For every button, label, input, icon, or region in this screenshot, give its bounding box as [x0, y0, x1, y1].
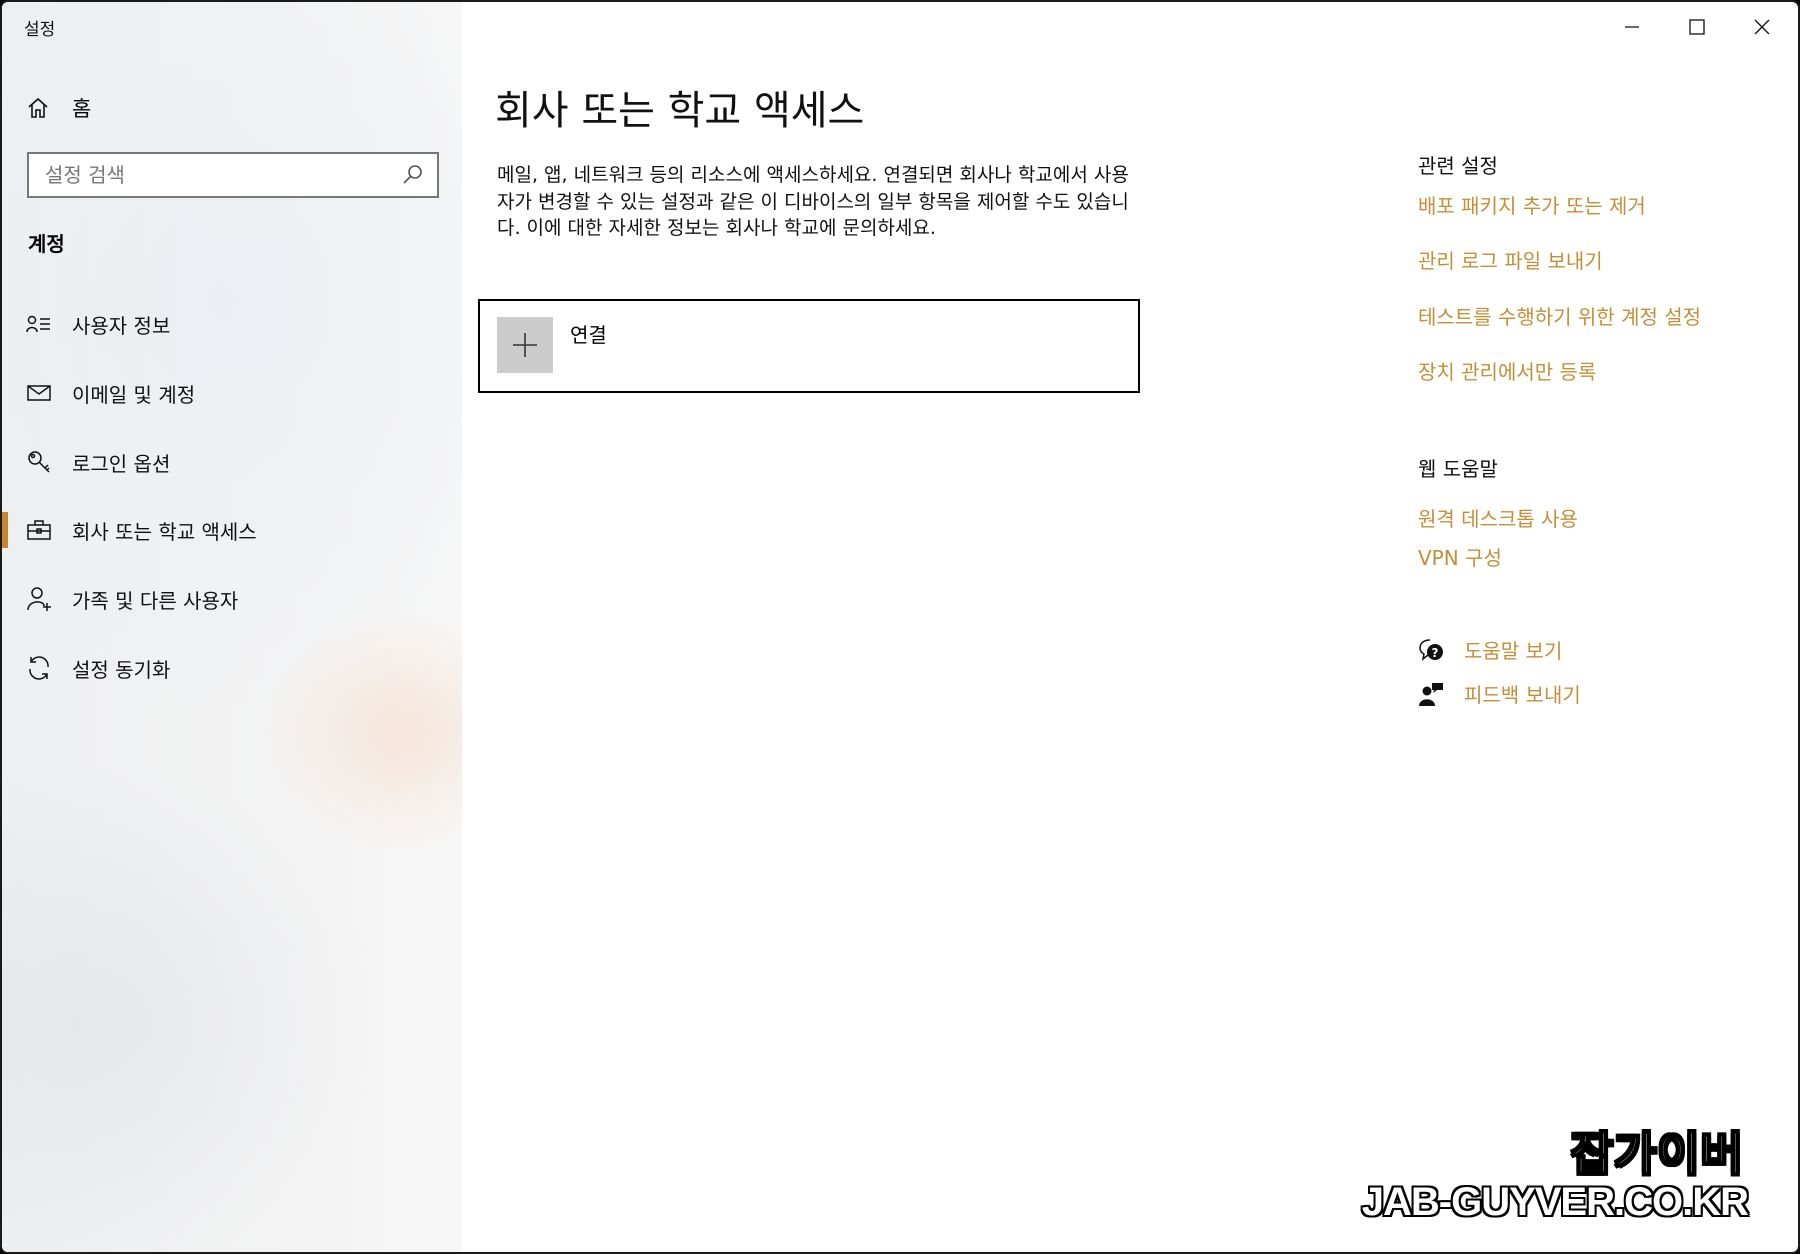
plus-icon: [513, 333, 537, 357]
watermark-url: JAB-GUYVER.CO.KR: [1361, 1180, 1749, 1224]
connect-label: 연결: [570, 323, 607, 347]
connect-button[interactable]: 연결: [478, 299, 1140, 393]
give-feedback-label: 피드백 보내기: [1464, 683, 1581, 707]
home-nav-item[interactable]: 홈: [26, 90, 91, 126]
link-test-account-setup[interactable]: 테스트를 수행하기 위한 계정 설정: [1418, 301, 1701, 330]
sidebar-item-label: 사용자 정보: [72, 313, 171, 338]
home-icon: [28, 97, 48, 118]
sidebar-item-label: 설정 동기화: [72, 657, 171, 682]
sidebar: 설정 홈 계정 사용자 정보 이메일 및 계정: [2, 2, 462, 1252]
sidebar-item-family-other-users[interactable]: 가족 및 다른 사용자: [2, 569, 462, 629]
sidebar-item-email-accounts[interactable]: 이메일 및 계정: [2, 363, 462, 423]
close-button[interactable]: [1738, 10, 1786, 44]
sidebar-item-label: 이메일 및 계정: [72, 382, 196, 407]
plus-tile: [497, 317, 553, 373]
related-settings-heading: 관련 설정: [1418, 154, 1498, 178]
section-label: 계정: [28, 232, 65, 256]
link-enroll-device-management[interactable]: 장치 관리에서만 등록: [1418, 356, 1596, 385]
sidebar-item-label: 가족 및 다른 사용자: [72, 588, 239, 613]
link-remote-desktop[interactable]: 원격 데스크톱 사용: [1418, 503, 1578, 532]
watermark-korean: 잡가이버: [1570, 1126, 1744, 1182]
minimize-button[interactable]: [1608, 10, 1656, 44]
give-feedback-link[interactable]: 피드백 보내기: [1418, 679, 1581, 708]
sidebar-item-sync-settings[interactable]: 설정 동기화: [2, 638, 462, 698]
search-input[interactable]: [29, 154, 401, 196]
app-title: 설정: [24, 20, 56, 40]
sidebar-item-user-info[interactable]: 사용자 정보: [2, 294, 462, 354]
web-help-heading: 웹 도움말: [1418, 457, 1498, 481]
link-export-management-logs[interactable]: 관리 로그 파일 보내기: [1418, 245, 1603, 274]
briefcase-icon: [27, 520, 51, 540]
get-help-link[interactable]: ? 도움말 보기: [1418, 635, 1562, 664]
maximize-button[interactable]: [1673, 10, 1721, 44]
sidebar-item-work-school-access[interactable]: 회사 또는 학교 액세스: [2, 500, 462, 560]
svg-text:?: ?: [1432, 646, 1439, 660]
add-person-icon: [27, 587, 51, 611]
sidebar-item-label: 로그인 옵션: [72, 451, 171, 476]
help-chat-icon: ?: [1419, 638, 1443, 661]
page-title: 회사 또는 학교 액세스: [495, 88, 865, 134]
settings-window: 설정 홈 계정 사용자 정보 이메일 및 계정: [0, 0, 1800, 1254]
user-info-icon: [26, 315, 50, 333]
page-description: 메일, 앱, 네트워크 등의 리소스에 액세스하세요. 연결되면 회사나 학교에…: [497, 164, 1129, 239]
search-icon[interactable]: [401, 163, 425, 187]
mail-icon: [27, 385, 51, 401]
home-label: 홈: [72, 97, 92, 121]
key-icon: [28, 451, 50, 473]
close-icon: [1754, 19, 1770, 35]
link-add-remove-package[interactable]: 배포 패키지 추가 또는 제거: [1418, 190, 1646, 219]
sidebar-item-sign-in-options[interactable]: 로그인 옵션: [2, 432, 462, 492]
minimize-icon: [1625, 26, 1639, 28]
settings-search[interactable]: [27, 152, 439, 198]
link-vpn-setup[interactable]: VPN 구성: [1418, 542, 1502, 571]
maximize-icon: [1689, 19, 1705, 35]
get-help-label: 도움말 보기: [1464, 639, 1563, 663]
sidebar-item-label: 회사 또는 학교 액세스: [72, 519, 257, 544]
feedback-icon: [1419, 682, 1443, 706]
sync-icon: [29, 656, 49, 680]
